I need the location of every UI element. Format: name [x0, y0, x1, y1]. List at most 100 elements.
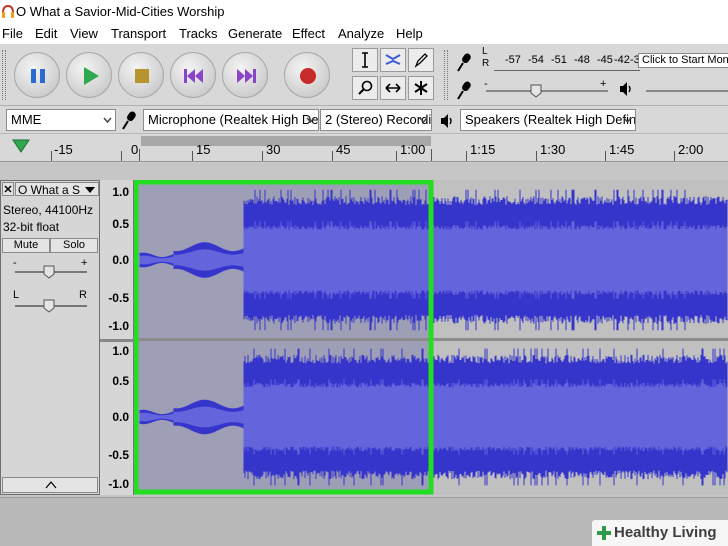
menu-help[interactable]: Help: [396, 26, 423, 41]
play-icon: [84, 67, 99, 85]
menu-file[interactable]: File: [2, 26, 23, 41]
track-control-panel[interactable]: O What a Savior-Mid-Cities Worship Stere…: [0, 180, 100, 495]
amplitude-ruler[interactable]: 1.0 0.5 0.0 -0.5 -1.0 1.0 0.5 0.0 -0.5 -…: [100, 180, 134, 495]
track-sample-format: 32-bit float: [3, 220, 60, 234]
track-close-button[interactable]: [2, 182, 14, 196]
gain-plus-label: +: [81, 257, 88, 269]
skip-to-start-button[interactable]: [170, 52, 216, 98]
meter-scale-label: -45: [597, 54, 613, 66]
zoom-tool-button[interactable]: [352, 76, 378, 100]
amplitude-label: 1.0: [112, 344, 129, 358]
pan-slider[interactable]: [43, 299, 55, 313]
device-toolbar: MME Microphone (Realtek High Definition …: [0, 106, 728, 134]
collapse-track-button[interactable]: [2, 477, 98, 493]
timeline-tick-label: 15: [196, 142, 211, 157]
menu-tracks[interactable]: Tracks: [179, 26, 218, 41]
skip-start-icon: [184, 69, 203, 83]
slider-plus: +: [600, 78, 607, 90]
amplitude-label: -1.0: [108, 477, 129, 491]
timeline-tick: [139, 149, 140, 161]
envelope-icon: [385, 54, 401, 65]
gain-slider[interactable]: [43, 265, 55, 279]
audio-host-value: MME: [11, 112, 42, 127]
timeline-tick-label: 1:00: [400, 142, 426, 157]
skip-end-icon: [237, 69, 256, 83]
microphone-icon: [122, 111, 136, 130]
meter-scale-label: -57: [505, 54, 521, 66]
microphone-icon[interactable]: [456, 80, 474, 102]
audio-host-select[interactable]: MME: [6, 109, 116, 131]
menu-generate[interactable]: Generate: [228, 26, 282, 41]
recording-device-value: Microphone (Realtek High Definition Audi…: [148, 112, 319, 127]
menu-analyze[interactable]: Analyze: [338, 26, 384, 41]
timeline-tick: [121, 151, 122, 161]
toolbar-area: L R -57 -54 -51 -48 -45 -42 -3 - +: [0, 44, 728, 106]
microphone-icon[interactable]: [456, 52, 474, 74]
play-button[interactable]: [66, 52, 112, 98]
timeline-tick: [466, 151, 467, 161]
meter-scale-label: -54: [528, 54, 544, 66]
play-head-icon[interactable]: [12, 138, 30, 154]
multi-tool-button[interactable]: [408, 76, 434, 100]
pause-button[interactable]: [14, 52, 60, 98]
asterisk-icon: [414, 81, 428, 95]
timeline-tick-label: 45: [336, 142, 351, 157]
chevron-down-icon: [103, 117, 112, 124]
pencil-icon: [414, 53, 428, 68]
solo-button[interactable]: Solo: [50, 238, 98, 253]
selection-tool-button[interactable]: [352, 48, 378, 72]
speaker-icon[interactable]: [618, 80, 634, 98]
timeline-tick: [262, 151, 263, 161]
timeline-tick: [192, 151, 193, 161]
timeline-tick-label: 1:30: [540, 142, 566, 157]
amplitude-label: 0.5: [112, 217, 129, 231]
audacity-app-icon: [2, 5, 14, 18]
start-monitoring-button[interactable]: Click to Start Monitoring: [638, 53, 728, 68]
double-arrow-icon: [385, 83, 401, 93]
recording-volume-slider[interactable]: [530, 84, 542, 98]
menu-effect[interactable]: Effect: [292, 26, 325, 41]
stop-button[interactable]: [118, 52, 164, 98]
mute-button[interactable]: Mute: [2, 238, 50, 253]
toolbar-grip[interactable]: [444, 50, 448, 100]
timeline-tick-label: 0: [131, 142, 139, 157]
timeline-tick-label: 30: [266, 142, 281, 157]
menu-transport[interactable]: Transport: [111, 26, 166, 41]
meter-scale-line: [494, 68, 640, 71]
timeline-tick: [431, 149, 432, 161]
menu-view[interactable]: View: [70, 26, 98, 41]
plus-leaf-icon: [597, 526, 611, 540]
timeline-selection-band: [141, 136, 431, 146]
menu-edit[interactable]: Edit: [35, 26, 57, 41]
draw-tool-button[interactable]: [408, 48, 434, 72]
timeline-tick: [51, 151, 52, 161]
slider-minus: -: [484, 78, 488, 90]
watermark-badge: Healthy Living: [592, 520, 728, 546]
track-name-menu[interactable]: O What a Savior-Mid-Cities Worship: [15, 182, 99, 196]
amplitude-label: 1.0: [112, 185, 129, 199]
meter-channel-right: R: [482, 58, 490, 69]
ibeam-icon: [362, 52, 368, 68]
timeline-tick-label: 1:45: [609, 142, 635, 157]
timeshift-tool-button[interactable]: [380, 76, 406, 100]
amplitude-label: -0.5: [108, 448, 129, 462]
skip-to-end-button[interactable]: [222, 52, 268, 98]
record-icon: [300, 68, 316, 84]
timeline-ruler[interactable]: -15 0 15 30 45 1:00 1:15 1:30 1:45 2:00: [0, 134, 728, 162]
timeline-tick-label: 1:15: [470, 142, 496, 157]
recording-device-select[interactable]: Microphone (Realtek High Definition Audi…: [143, 109, 319, 131]
window-title: O What a Savior-Mid-Cities Worship: [16, 4, 225, 19]
envelope-tool-button[interactable]: [380, 48, 406, 72]
recording-volume-track: [486, 90, 608, 92]
record-button[interactable]: [284, 52, 330, 98]
waveform-display[interactable]: [134, 180, 728, 495]
toolbar-grip[interactable]: [2, 50, 6, 100]
timeline-tick: [332, 151, 333, 161]
meter-scale-label: -42: [614, 54, 630, 66]
speaker-icon: [441, 114, 452, 128]
recording-channels-select[interactable]: 2 (Stereo) Recording Channels: [320, 109, 432, 131]
timeline-tick: [605, 151, 606, 161]
meter-channel-left: L: [482, 46, 488, 57]
chevron-down-icon: [306, 117, 315, 124]
playback-device-select[interactable]: Speakers (Realtek High Definition Audio): [460, 109, 636, 131]
